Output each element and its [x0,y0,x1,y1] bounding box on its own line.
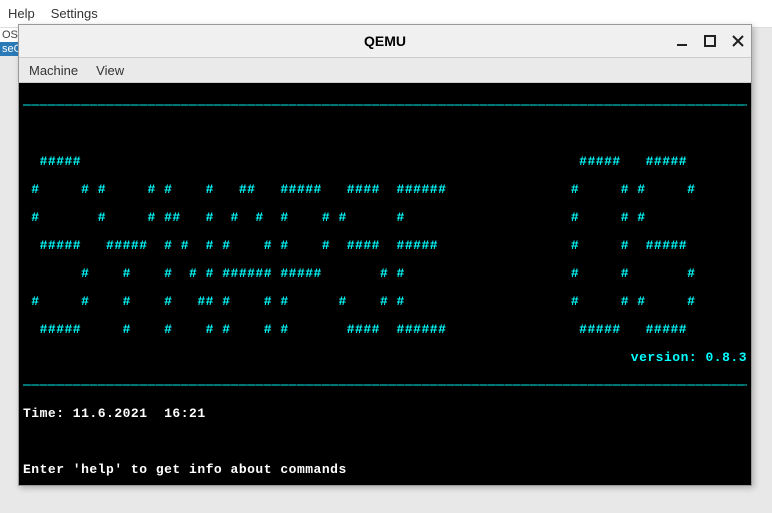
divider-top: ────────────────────────────────────────… [23,99,747,113]
version-line: version: 0.8.3 [23,351,747,365]
menu-machine[interactable]: Machine [29,63,78,78]
ascii-line: ##### ##### ##### [23,155,747,169]
help-line: Enter 'help' to get info about commands [23,463,747,477]
blank-line [23,435,747,449]
ascii-line [23,127,747,141]
parent-menu-settings[interactable]: Settings [51,6,98,21]
divider-mid: ────────────────────────────────────────… [23,379,747,393]
ascii-line: # # # # # # ## ##### #### ###### # # # # [23,183,747,197]
titlebar: QEMU [19,25,751,57]
window-title: QEMU [364,33,406,49]
time-line: Time: 11.6.2021 16:21 [23,407,747,421]
terminal[interactable]: ────────────────────────────────────────… [19,83,751,485]
ascii-line: # # # # # ###### ##### # # # # # [23,267,747,281]
window-controls [675,25,745,57]
close-button[interactable] [731,34,745,48]
qemu-window: QEMU Machine View ──────────────────────… [18,24,752,486]
ascii-line: # # # # ## # # # # # # # # # # [23,295,747,309]
parent-menu-help[interactable]: Help [8,6,35,21]
minimize-button[interactable] [675,34,689,48]
ascii-line: # # # ## # # # # # # # # # # [23,211,747,225]
qemu-menubar: Machine View [19,57,751,83]
maximize-button[interactable] [703,34,717,48]
menu-view[interactable]: View [96,63,124,78]
ascii-line: ##### ##### # # # # # # # #### ##### # #… [23,239,747,253]
ascii-line: ##### # # # # # # #### ###### ##### ####… [23,323,747,337]
